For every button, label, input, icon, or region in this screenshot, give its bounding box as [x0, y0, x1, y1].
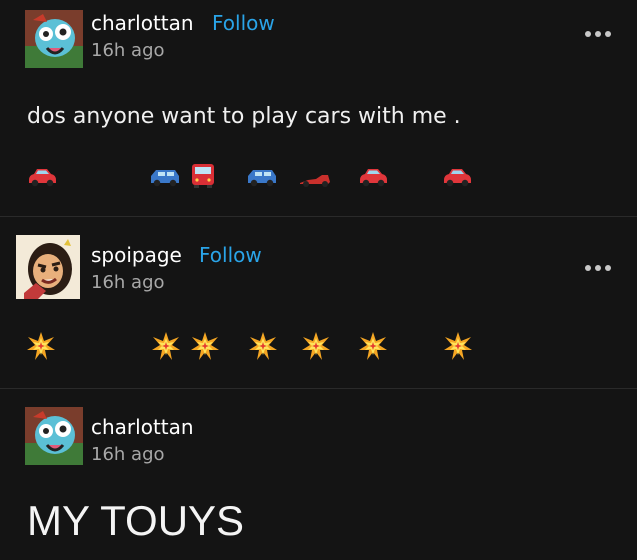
more-options-button[interactable]: [585, 262, 611, 274]
blue-suv-icon: [248, 170, 276, 187]
avatar[interactable]: [16, 235, 80, 299]
timestamp: 16h ago: [91, 40, 165, 61]
dot-icon: [605, 265, 611, 271]
post-charlottan-cars: charlottan Follow 16h ago dos anyone wan…: [0, 0, 637, 216]
dot-icon: [585, 265, 591, 271]
red-car-icon: [29, 169, 56, 187]
red-bus-icon: [192, 164, 214, 188]
username[interactable]: spoipage: [91, 243, 182, 267]
follow-button[interactable]: Follow: [199, 243, 262, 267]
username[interactable]: charlottan: [91, 11, 194, 35]
collision-icon: [27, 332, 55, 360]
race-car-icon: [300, 175, 330, 187]
collision-icon: [302, 332, 330, 360]
collision-icon: [152, 332, 180, 360]
follow-button[interactable]: Follow: [212, 11, 275, 35]
blue-suv-icon: [151, 170, 179, 187]
avatar[interactable]: [25, 407, 83, 465]
avatar[interactable]: [25, 10, 83, 68]
post-text: dos anyone want to play cars with me .: [27, 104, 461, 129]
collision-icon: [191, 332, 219, 360]
collision-icon: [359, 332, 387, 360]
red-car-icon: [444, 169, 471, 187]
dot-icon: [605, 31, 611, 37]
dot-icon: [595, 31, 601, 37]
collision-icon: [444, 332, 472, 360]
post-charlottan-touys: charlottan 16h ago MY TOUYS: [0, 389, 637, 560]
timestamp: 16h ago: [91, 444, 165, 465]
more-options-button[interactable]: [585, 28, 611, 40]
collision-icon: [249, 332, 277, 360]
dot-icon: [585, 31, 591, 37]
red-car-icon: [360, 169, 387, 187]
timestamp: 16h ago: [91, 272, 165, 293]
post-text: MY TOUYS: [27, 497, 245, 544]
post-spoipage: spoipage Follow 16h ago: [0, 217, 637, 388]
username[interactable]: charlottan: [91, 415, 194, 439]
dot-icon: [595, 265, 601, 271]
